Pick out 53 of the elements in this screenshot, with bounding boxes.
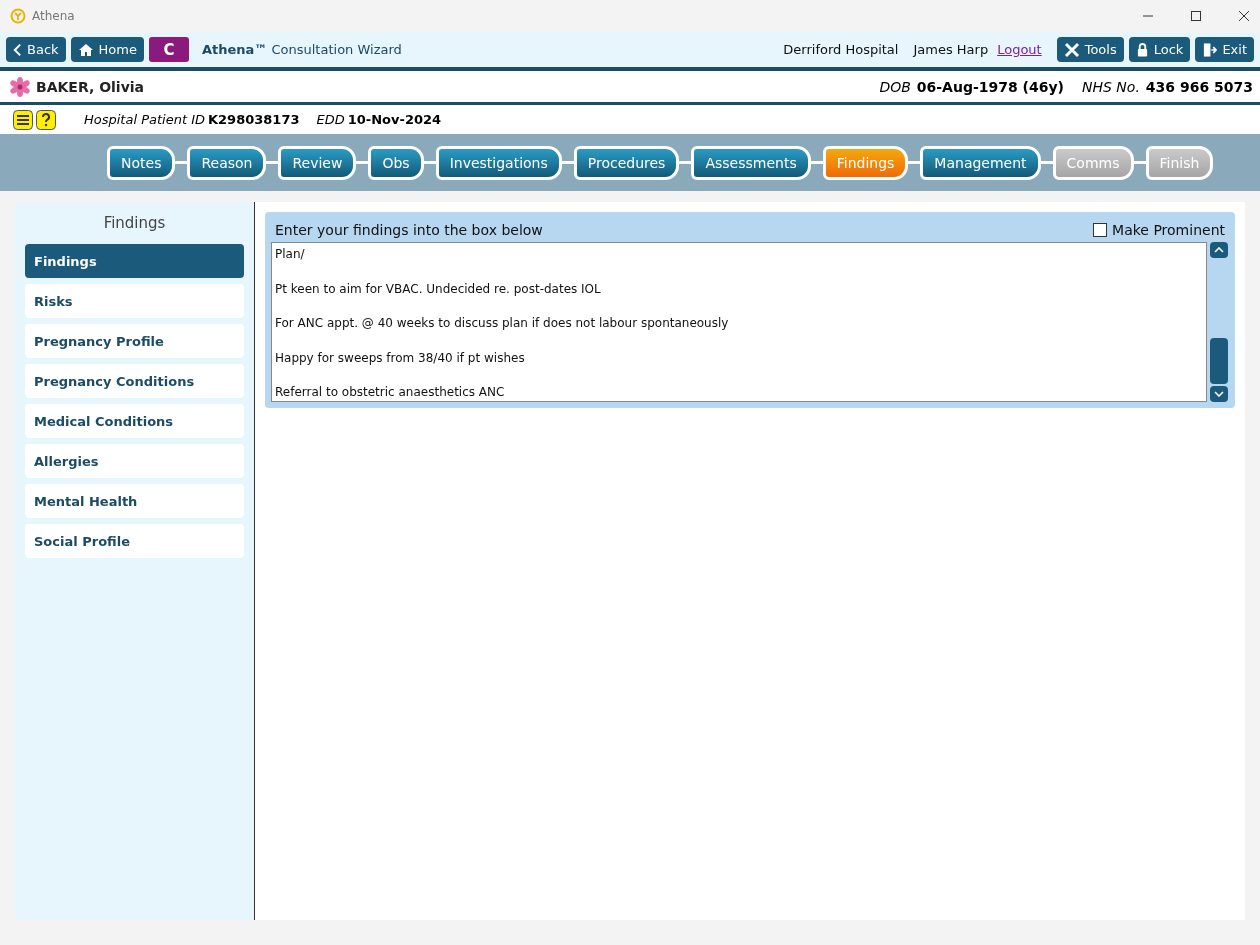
scrollbar-thumb[interactable] (1210, 338, 1228, 384)
wizard-step-tab[interactable]: Obs (368, 145, 424, 180)
lock-icon (1135, 41, 1149, 58)
wizard-step-tab[interactable]: Procedures (573, 145, 680, 180)
wizard-step-tab[interactable]: Reason (187, 145, 267, 180)
scroll-down-icon[interactable] (1214, 391, 1224, 397)
sidebar-item[interactable]: Pregnancy Profile (25, 324, 244, 358)
sidebar-title: Findings (102, 214, 167, 232)
sidebar-item[interactable]: Mental Health (25, 484, 244, 518)
help-icon[interactable] (36, 109, 56, 130)
back-button[interactable]: Back (6, 37, 66, 62)
wizard-step-tab[interactable]: Assessments (691, 145, 811, 180)
findings-prompt: Enter your findings into the box below (275, 222, 543, 238)
edd-label: EDD (316, 112, 345, 127)
patient-name: BAKER, Olivia (36, 78, 145, 95)
app-logo-icon (10, 8, 26, 24)
nhs-value: 436 966 5073 (1145, 78, 1253, 95)
patient-id-value: K298038173 (208, 112, 300, 127)
sidebar-item[interactable]: Medical Conditions (25, 404, 244, 438)
sidebar-item[interactable]: Social Profile (25, 524, 244, 558)
scroll-up-icon[interactable] (1214, 247, 1224, 253)
wizard-step-tab[interactable]: Management (920, 145, 1041, 180)
wizard-step-tab[interactable]: Notes (107, 145, 176, 180)
home-button[interactable]: Home (70, 37, 144, 62)
patient-id-label: Hospital Patient ID (84, 112, 205, 127)
user-name: James Harp (913, 42, 989, 57)
chevron-left-icon (13, 42, 22, 57)
nhs-label: NHS No. (1082, 78, 1140, 95)
sidebar-item[interactable]: Pregnancy Conditions (25, 364, 244, 398)
sidebar-item[interactable]: Findings (25, 244, 244, 278)
dob-label: DOB (879, 78, 911, 95)
findings-field[interactable]: Plan/ Pt keen to aim for VBAC. Undecided re. post-dates IOL For ANC appt. @ 40 weeks to discuss plan if does not labour spontaneously Happy for sweeps from 38/40 if pt wishes Referral to obstetric anaesthetics ANC (271, 242, 1207, 402)
window-title: Athena (32, 9, 75, 23)
home-icon (77, 42, 94, 57)
sidebar-item[interactable]: Risks (25, 284, 244, 318)
exit-door-icon (1202, 41, 1218, 58)
tools-button[interactable]: Tools (1056, 37, 1124, 62)
app-name: Athena™ Consultation Wizard (201, 42, 402, 57)
mode-badge[interactable]: C (148, 37, 189, 62)
make-prominent-checkbox[interactable] (1093, 223, 1108, 237)
wizard-step-tab[interactable]: Review (278, 145, 357, 180)
edd-value: 10-Nov-2024 (347, 112, 442, 127)
wizard-step-tab[interactable]: Investigations (435, 145, 562, 180)
exit-button[interactable]: Exit (1195, 37, 1254, 62)
sidebar-item[interactable]: Allergies (25, 444, 244, 478)
maximize-icon[interactable] (1190, 10, 1202, 22)
make-prominent-label: Make Prominent (1112, 222, 1225, 238)
lock-button[interactable]: Lock (1128, 37, 1191, 62)
hospital-name: Derriford Hospital (783, 42, 899, 57)
logout-link[interactable]: Logout (997, 42, 1042, 57)
dob-value: 06-Aug-1978 (46y) (916, 78, 1064, 95)
close-icon[interactable] (1238, 10, 1250, 22)
flower-icon (10, 76, 30, 97)
